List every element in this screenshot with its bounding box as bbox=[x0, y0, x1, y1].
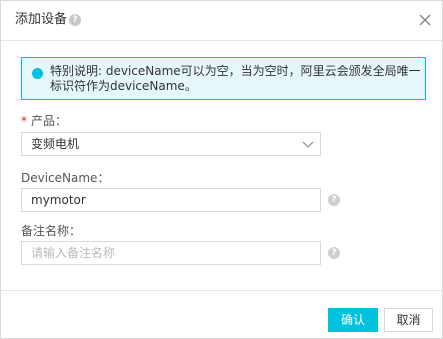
confirm-button[interactable]: 确认 bbox=[328, 308, 378, 332]
required-mark: * bbox=[21, 114, 27, 128]
info-icon bbox=[32, 68, 43, 79]
remark-input[interactable] bbox=[21, 241, 321, 265]
cancel-button[interactable]: 取消 bbox=[384, 308, 433, 332]
device-name-input[interactable] bbox=[21, 188, 321, 212]
product-label: * 产品： bbox=[21, 114, 67, 128]
help-icon[interactable]: ? bbox=[69, 14, 81, 26]
dialog-header: 添加设备 ? bbox=[1, 1, 442, 41]
device-name-label: DeviceName： bbox=[21, 171, 110, 185]
close-icon[interactable] bbox=[418, 13, 432, 27]
dialog-title: 添加设备 bbox=[15, 12, 68, 27]
notice-text: 特别说明: deviceName可以为空，当为空时，阿里云会颁发全局唯一标识符作… bbox=[50, 64, 421, 93]
add-device-dialog: 添加设备 ? 特别说明: deviceName可以为空，当为空时，阿里云会颁发全… bbox=[0, 0, 443, 339]
product-label-text: 产品： bbox=[31, 114, 68, 128]
device-name-help-icon[interactable]: ? bbox=[328, 194, 340, 206]
info-notice: 特别说明: deviceName可以为空，当为空时，阿里云会颁发全局唯一标识符作… bbox=[21, 57, 426, 100]
remark-help-icon[interactable]: ? bbox=[328, 247, 340, 259]
chevron-down-icon bbox=[302, 139, 314, 149]
remark-label: 备注名称： bbox=[21, 224, 82, 238]
product-select-value: 变频电机 bbox=[31, 137, 80, 151]
product-select[interactable]: 变频电机 bbox=[21, 132, 321, 156]
dialog-footer: 确认 取消 bbox=[1, 290, 442, 338]
